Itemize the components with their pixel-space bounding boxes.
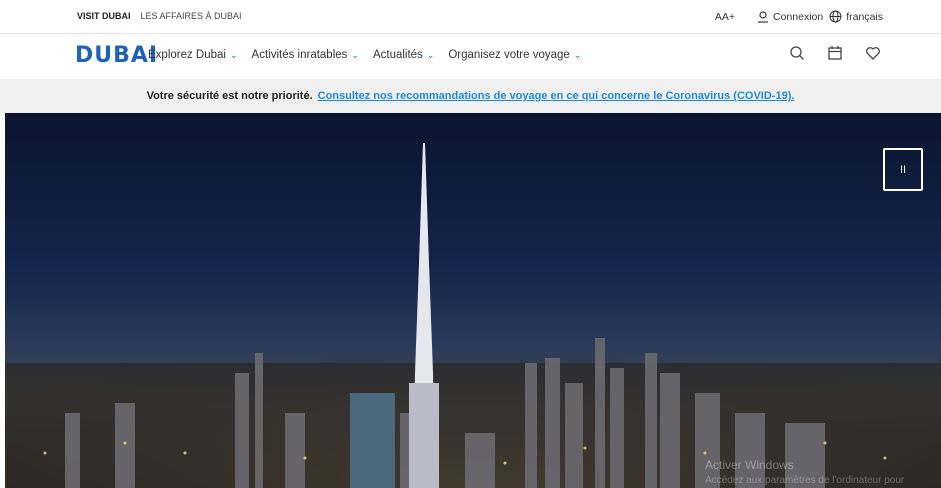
nav-item-activites[interactable]: Activités inratables ⌄ <box>252 49 359 61</box>
chevron-down-icon: ⌄ <box>573 49 582 60</box>
search-icon[interactable] <box>789 45 805 61</box>
nav-item-label: Explorez Dubai <box>148 49 226 61</box>
text-size-button[interactable]: AA+ <box>715 11 735 23</box>
language-label: français <box>846 10 883 23</box>
nav-item-label: Organisez votre voyage <box>448 49 570 61</box>
heart-icon[interactable] <box>865 45 881 61</box>
pause-icon: II <box>899 163 907 176</box>
chevron-down-icon: ⌄ <box>426 49 435 60</box>
chevron-down-icon: ⌄ <box>229 49 238 60</box>
calendar-icon[interactable] <box>827 45 843 61</box>
nav-item-organisez[interactable]: Organisez votre voyage ⌄ <box>448 49 581 61</box>
globe-icon <box>829 10 842 23</box>
windows-watermark-title: Activer Windows <box>705 458 794 472</box>
utility-right: AA+ Connexion français <box>715 10 883 23</box>
user-icon <box>758 10 769 23</box>
visit-dubai-link[interactable]: VISIT DUBAI <box>77 11 131 21</box>
login-link[interactable]: Connexion <box>757 11 823 23</box>
main-navigation: DUBAI Explorez Dubai ⌄ Activités inratabl… <box>0 34 941 79</box>
nav-item-label: Actualités <box>372 49 423 61</box>
city-skyline <box>5 143 941 488</box>
hero-video: II Activer Windows Accédez aux paramètre… <box>5 113 941 488</box>
nav-item-label: Activités inratables <box>251 49 348 61</box>
nav-menu: Explorez Dubai ⌄ Activités inratables ⌄ Ac… <box>148 49 581 61</box>
logo-text: DUBAI <box>75 42 159 68</box>
pause-button[interactable]: II <box>883 148 923 191</box>
nav-item-actualites[interactable]: Actualités ⌄ <box>373 49 434 61</box>
dubai-logo[interactable]: DUBAI <box>75 42 158 68</box>
nav-icons <box>789 45 881 61</box>
nav-item-explorez[interactable]: Explorez Dubai ⌄ <box>148 49 238 61</box>
chevron-down-icon: ⌄ <box>351 49 359 60</box>
business-dubai-link[interactable]: LES AFFAIRES À DUBAI <box>141 11 242 21</box>
covid-banner: Votre sécurité est notre priorité. Consu… <box>0 79 941 113</box>
utility-links: VISIT DUBAI LES AFFAIRES À DUBAI <box>77 11 242 21</box>
utility-bar: VISIT DUBAI LES AFFAIRES À DUBAI AA+ Con… <box>0 0 941 34</box>
banner-lead: Votre sécurité est notre priorité. <box>146 90 313 102</box>
covid-advice-link[interactable]: Consultez nos recommandations de voyage … <box>318 90 795 102</box>
language-selector[interactable]: français <box>829 10 883 23</box>
windows-watermark-text: Accédez aux paramètres de l'ordinateur p… <box>705 475 905 486</box>
login-label: Connexion <box>773 10 824 23</box>
